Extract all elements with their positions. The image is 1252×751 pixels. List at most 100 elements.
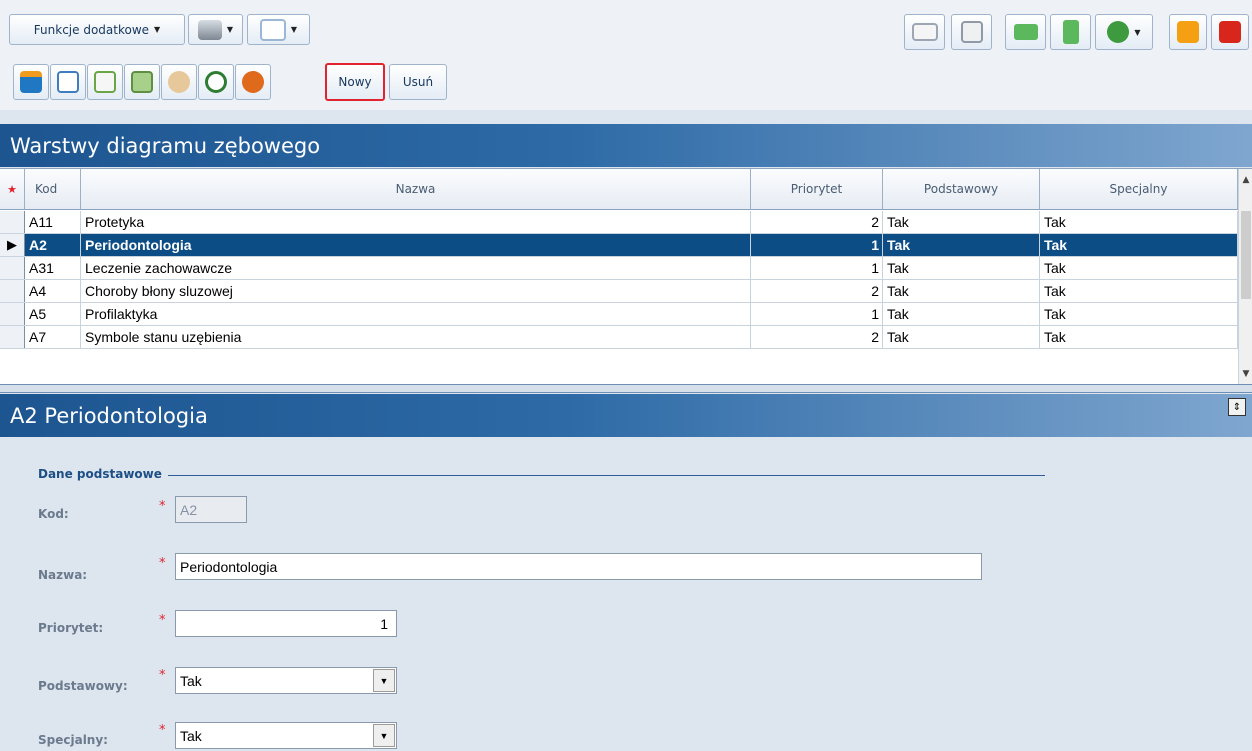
- column-nazwa[interactable]: Nazwa: [81, 169, 751, 209]
- column-specjalny[interactable]: Specjalny: [1040, 169, 1238, 209]
- table-row[interactable]: A31 Leczenie zachowawcze 1 Tak Tak: [0, 257, 1238, 280]
- scroll-up-icon[interactable]: ▲: [1239, 175, 1252, 185]
- cell-podstawowy: Tak: [883, 211, 1040, 233]
- required-marker: *: [159, 613, 166, 628]
- home-button[interactable]: [13, 64, 49, 100]
- schedule-button[interactable]: [198, 64, 234, 100]
- print-button[interactable]: ▼: [188, 14, 243, 45]
- cell-specjalny: Tak: [1040, 280, 1238, 302]
- new-button[interactable]: Nowy: [325, 63, 385, 101]
- network-icon: [960, 21, 983, 43]
- notes-button[interactable]: [124, 64, 160, 100]
- users-icon: [168, 71, 190, 93]
- chevron-down-icon: ▼: [154, 25, 161, 34]
- layout-icon: [259, 18, 286, 41]
- cell-kod: A5: [25, 303, 81, 325]
- required-marker: *: [159, 668, 166, 683]
- back-button[interactable]: [1005, 14, 1046, 50]
- table-row[interactable]: A4 Choroby błony sluzowej 2 Tak Tak: [0, 280, 1238, 303]
- document-icon: [94, 71, 116, 93]
- lock-icon: [1177, 21, 1199, 43]
- table-row-selected[interactable]: ▶ A2 Periodontologia 1 Tak Tak: [0, 234, 1238, 257]
- chevron-down-icon: ▼: [1134, 27, 1141, 37]
- grid-title-bar: Warstwy diagramu zębowego: [0, 124, 1252, 167]
- home-icon: [20, 71, 42, 93]
- patients-button[interactable]: [161, 64, 197, 100]
- help-button[interactable]: ▼: [1095, 14, 1153, 50]
- table-row[interactable]: A11 Protetyka 2 Tak Tak: [0, 211, 1238, 234]
- up-button[interactable]: [1050, 14, 1091, 50]
- cell-kod: A2: [25, 234, 81, 256]
- kod-label: Kod:: [38, 507, 69, 521]
- network-button[interactable]: [951, 14, 992, 50]
- view-button[interactable]: ▼: [247, 14, 310, 45]
- chevron-down-icon[interactable]: ▼: [373, 724, 395, 747]
- delete-label: Usuń: [402, 75, 434, 89]
- cell-nazwa: Symbole stanu uzębienia: [81, 326, 751, 348]
- priorytet-field[interactable]: 1: [175, 610, 397, 637]
- cell-kod: A11: [25, 211, 81, 233]
- row-indicator: [0, 211, 25, 233]
- toolbar: Funkcje dodatkowe ▼ ▼ ▼ Nowy Usuń ▼: [0, 0, 1252, 110]
- podstawowy-label: Podstawowy:: [38, 679, 128, 693]
- chevron-down-icon[interactable]: ▼: [373, 669, 395, 692]
- tools-button[interactable]: [235, 64, 271, 100]
- cell-priorytet: 2: [751, 211, 883, 233]
- cell-priorytet: 2: [751, 280, 883, 302]
- documents-button[interactable]: [87, 64, 123, 100]
- cell-priorytet: 1: [751, 234, 883, 256]
- cell-podstawowy: Tak: [883, 303, 1040, 325]
- podstawowy-value: Tak: [180, 672, 202, 689]
- gear-icon: [242, 71, 264, 93]
- cell-kod: A31: [25, 257, 81, 279]
- column-priorytet[interactable]: Priorytet: [751, 169, 883, 209]
- column-podstawowy[interactable]: Podstawowy: [883, 169, 1040, 209]
- splitter-handle[interactable]: [0, 384, 1252, 393]
- cell-nazwa: Leczenie zachowawcze: [81, 257, 751, 279]
- calendar-button[interactable]: [50, 64, 86, 100]
- functions-dropdown[interactable]: Funkcje dodatkowe ▼: [9, 14, 185, 45]
- kod-field: A2: [175, 496, 247, 523]
- row-indicator: [0, 303, 25, 325]
- printer-icon: [197, 19, 222, 40]
- row-indicator: [0, 257, 25, 279]
- cell-specjalny: Tak: [1040, 211, 1238, 233]
- table-row[interactable]: A5 Profilaktyka 1 Tak Tak: [0, 303, 1238, 326]
- chevron-down-icon: ▼: [290, 25, 298, 34]
- scrollbar-thumb[interactable]: [1241, 211, 1251, 299]
- logout-button[interactable]: [1211, 14, 1249, 50]
- cell-specjalny: Tak: [1040, 303, 1238, 325]
- lock-button[interactable]: [1169, 14, 1207, 50]
- cell-specjalny: Tak: [1040, 234, 1238, 256]
- selected-row-arrow-icon: ▶: [7, 237, 17, 253]
- nazwa-field[interactable]: Periodontologia: [175, 553, 982, 580]
- row-indicator: [0, 280, 25, 302]
- arrow-left-icon: [1013, 24, 1038, 40]
- detail-title-bar: A2 Periodontologia: [0, 394, 1252, 437]
- cell-priorytet: 1: [751, 257, 883, 279]
- delete-button[interactable]: Usuń: [389, 64, 447, 100]
- cell-podstawowy: Tak: [883, 280, 1040, 302]
- row-indicator: ▶: [0, 234, 25, 256]
- cell-specjalny: Tak: [1040, 257, 1238, 279]
- table-row[interactable]: A7 Symbole stanu uzębienia 2 Tak Tak: [0, 326, 1238, 349]
- collapse-panel-icon[interactable]: ⇕: [1228, 398, 1246, 416]
- notes-icon: [131, 71, 153, 93]
- cell-nazwa: Protetyka: [81, 211, 751, 233]
- chevron-down-icon: ▼: [226, 25, 234, 34]
- cell-nazwa: Choroby błony sluzowej: [81, 280, 751, 302]
- mail-button[interactable]: [904, 14, 945, 50]
- specjalny-value: Tak: [180, 727, 202, 744]
- specjalny-select[interactable]: Tak ▼: [175, 722, 397, 749]
- column-kod[interactable]: Kod: [25, 169, 81, 209]
- cell-kod: A4: [25, 280, 81, 302]
- cell-priorytet: 1: [751, 303, 883, 325]
- layers-grid: ★ Kod Nazwa Priorytet Podstawowy Specjal…: [0, 168, 1252, 385]
- podstawowy-select[interactable]: Tak ▼: [175, 667, 397, 694]
- group-title: Dane podstawowe: [38, 467, 168, 481]
- cell-nazwa: Profilaktyka: [81, 303, 751, 325]
- cell-nazwa: Periodontologia: [81, 234, 751, 256]
- scroll-down-icon[interactable]: ▼: [1239, 369, 1252, 379]
- grid-scrollbar[interactable]: ▲ ▼: [1238, 169, 1252, 385]
- grid-header: ★ Kod Nazwa Priorytet Podstawowy Specjal…: [0, 169, 1238, 210]
